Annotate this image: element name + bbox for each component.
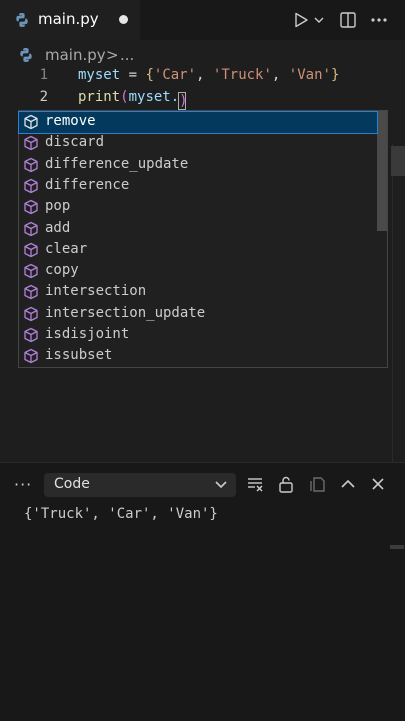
suggestion-label: copy <box>45 262 79 279</box>
suggestion-item[interactable]: add <box>19 219 377 240</box>
method-cube-icon <box>24 157 38 172</box>
token-string: 'Truck' <box>212 67 272 83</box>
suggestion-item[interactable]: remove <box>18 111 378 134</box>
suggestion-item[interactable]: discard <box>19 133 377 154</box>
line-number: 1 <box>39 67 48 83</box>
token-operator: = <box>120 67 146 83</box>
panel-scrollbar[interactable] <box>390 545 404 549</box>
method-cube-icon <box>24 263 38 279</box>
code-text: print(myset.) <box>78 89 188 110</box>
suggestion-label: clear <box>45 240 88 257</box>
method-cube-icon <box>24 200 38 215</box>
editor-scrollbar[interactable] <box>391 146 405 176</box>
token-brace: } <box>330 67 340 83</box>
bottom-panel: ··· Code {'Truck', 'Car', 'Van'} <box>0 462 405 721</box>
split-editor-icon[interactable] <box>339 11 357 29</box>
breadcrumb-separator: > <box>106 46 119 64</box>
token-string: 'Car' <box>153 67 197 83</box>
suggestion-label: intersection_update <box>45 304 206 321</box>
select-value: Code <box>54 476 90 492</box>
token-paren-matched: ) <box>178 92 188 110</box>
suggestion-item[interactable]: copy <box>19 261 377 282</box>
run-python-icon[interactable] <box>292 11 310 29</box>
method-cube-icon <box>24 327 38 343</box>
token-variable: myset. <box>128 89 180 105</box>
suggestion-label: discard <box>45 134 105 151</box>
line-number: 2 <box>39 89 48 105</box>
token-comma: , <box>196 67 213 83</box>
clear-output-icon[interactable] <box>246 475 264 493</box>
output-text: {'Truck', 'Car', 'Van'} <box>24 506 218 522</box>
suggestion-item[interactable]: isdisjoint <box>19 325 377 346</box>
breadcrumb-file[interactable]: main.py <box>45 46 106 64</box>
method-cube-icon <box>24 349 38 364</box>
method-cube-icon <box>24 242 38 257</box>
suggestion-label: issubset <box>45 347 113 364</box>
suggestion-item[interactable]: issubset <box>19 346 377 367</box>
method-cube-icon <box>24 136 38 151</box>
tab-main-py[interactable]: main.py <box>0 0 140 40</box>
token-comma: , <box>271 67 289 83</box>
code-text: myset = {'Car', 'Truck', 'Van'} <box>78 67 339 83</box>
python-file-icon <box>20 48 32 62</box>
output-channel-select[interactable]: Code <box>44 473 236 497</box>
suggestion-label: difference_update <box>45 155 189 172</box>
breadcrumb-symbols[interactable]: ... <box>120 46 134 64</box>
method-cube-icon <box>24 114 38 130</box>
method-cube-icon <box>24 285 38 300</box>
chevron-down-icon[interactable] <box>313 15 325 25</box>
suggest-widget[interactable]: remove discard difference_update difference… <box>18 110 388 368</box>
suggestion-label: intersection <box>45 283 147 300</box>
suggestion-item[interactable]: difference_update <box>19 155 377 176</box>
suggestion-item[interactable]: intersection_update <box>19 304 377 325</box>
chevron-up-icon[interactable] <box>339 475 357 493</box>
suggestion-item[interactable]: pop <box>19 197 377 218</box>
breadcrumb: main.py > ... <box>0 44 405 66</box>
close-icon[interactable] <box>369 475 387 493</box>
tab-title: main.py <box>38 10 99 28</box>
token-brace: { <box>145 67 154 83</box>
method-cube-icon <box>24 221 38 236</box>
unsaved-dot-icon[interactable] <box>119 15 128 24</box>
token-variable: myset <box>78 67 121 83</box>
token-string: 'Van' <box>288 67 331 83</box>
suggestion-label: difference <box>45 176 130 193</box>
suggestion-label: remove <box>45 113 96 129</box>
suggestion-label: isdisjoint <box>45 326 130 342</box>
lock-icon[interactable] <box>277 475 295 493</box>
token-function: print <box>78 89 121 105</box>
token-paren: ( <box>120 89 129 105</box>
tab-bar: main.py <box>0 0 405 40</box>
method-cube-icon <box>24 178 38 194</box>
code-line[interactable]: 2 print(myset.) <box>0 89 405 111</box>
method-cube-icon <box>24 306 38 321</box>
suggestion-item[interactable]: difference <box>19 176 377 197</box>
chevron-down-icon <box>215 481 227 489</box>
python-file-icon <box>16 13 28 27</box>
suggestion-label: add <box>45 219 71 236</box>
suggest-scrollbar[interactable] <box>377 111 387 231</box>
more-actions-icon[interactable] <box>370 11 388 29</box>
code-line[interactable]: 1 myset = {'Car', 'Truck', 'Van'} <box>0 67 405 89</box>
panel-more-button[interactable]: ··· <box>14 475 32 494</box>
suggestion-item[interactable]: clear <box>19 240 377 261</box>
suggestion-label: pop <box>45 198 71 215</box>
copy-icon[interactable] <box>309 475 327 493</box>
suggestion-item[interactable]: intersection <box>19 282 377 303</box>
